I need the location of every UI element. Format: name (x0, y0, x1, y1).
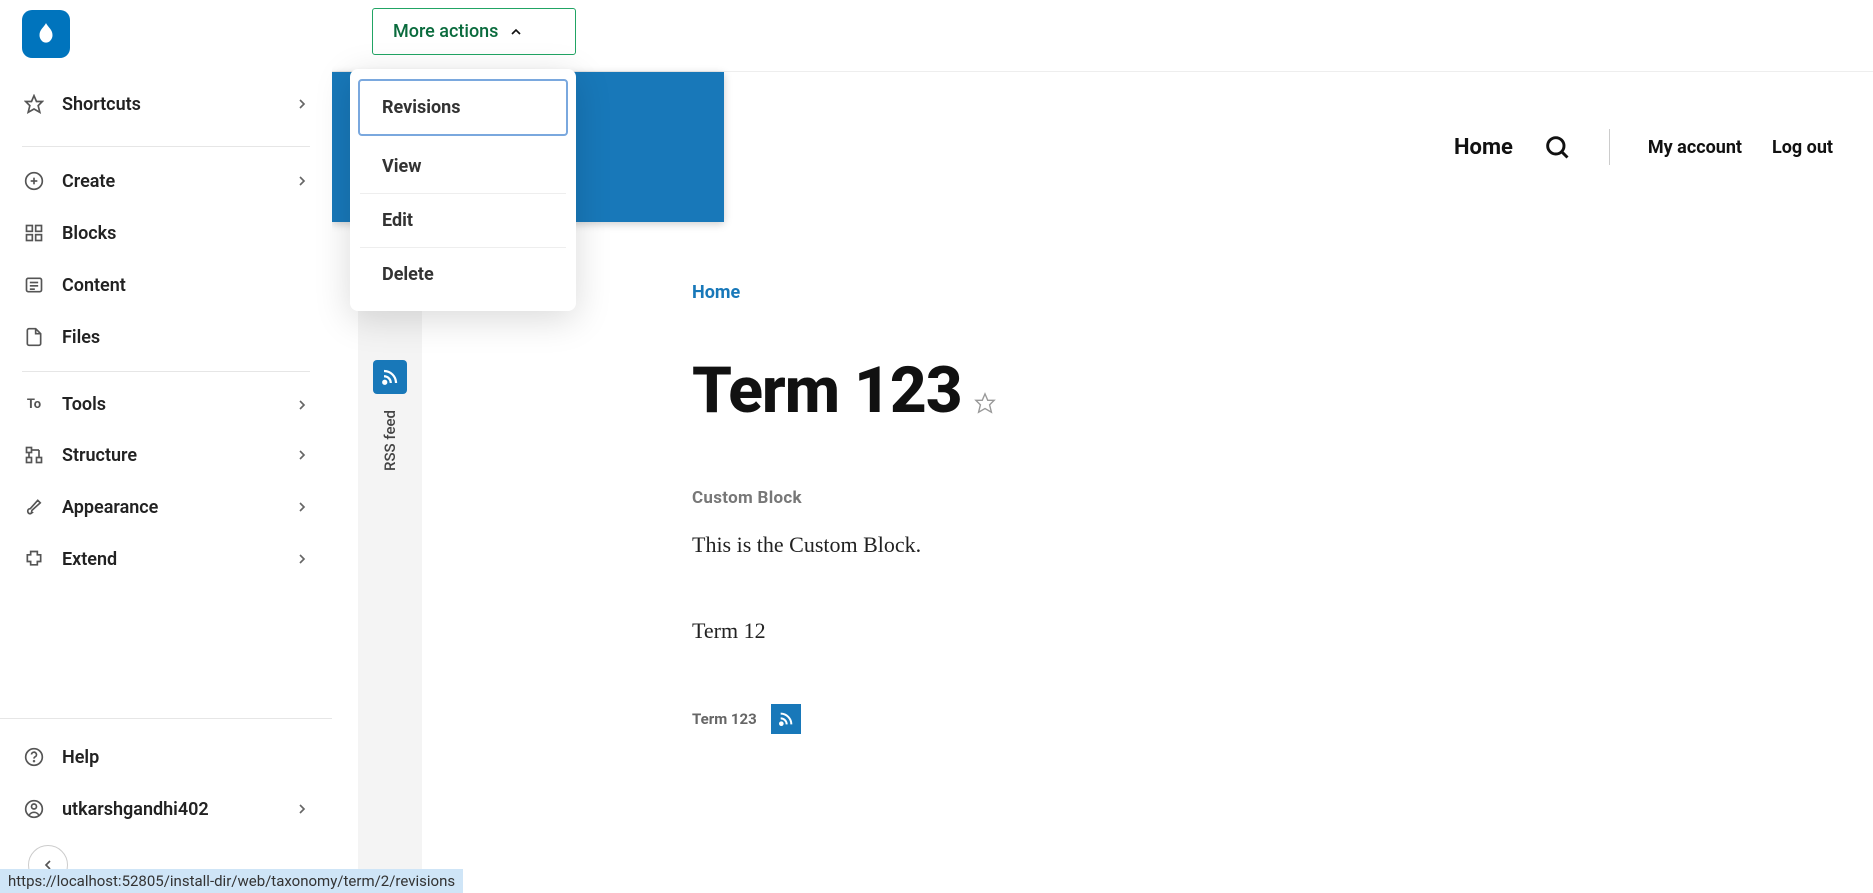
custom-block-heading: Custom Block (692, 488, 1833, 508)
chevron-right-icon (294, 397, 310, 413)
brush-icon (22, 495, 46, 519)
nav-link-home[interactable]: Home (1454, 135, 1513, 160)
sidebar-item-structure[interactable]: Structure (0, 429, 332, 481)
star-icon (22, 92, 46, 116)
sidebar-label: utkarshgandhi402 (62, 799, 294, 820)
sidebar-label: Blocks (62, 223, 310, 244)
rss-icon[interactable] (771, 704, 801, 734)
breadcrumb-home[interactable]: Home (692, 282, 1833, 303)
divider (22, 146, 310, 147)
nav-link-my-account[interactable]: My account (1648, 137, 1742, 158)
chevron-right-icon (294, 499, 310, 515)
rss-rail: RSS feed (358, 290, 422, 890)
sidebar-label: Structure (62, 445, 294, 466)
sidebar-item-tools[interactable]: To Tools (0, 380, 332, 429)
sidebar-label: Create (62, 171, 294, 192)
sidebar-label: Shortcuts (62, 94, 294, 115)
help-icon (22, 745, 46, 769)
sidebar-item-content[interactable]: Content (0, 259, 332, 311)
chevron-up-icon (508, 24, 524, 40)
sidebar-footer: Help utkarshgandhi402 (0, 718, 332, 893)
grid-icon (22, 221, 46, 245)
drupal-logo[interactable] (22, 10, 70, 58)
sidebar-item-extend[interactable]: Extend (0, 533, 332, 585)
chevron-right-icon (294, 447, 310, 463)
page-title: Term 123 (692, 353, 962, 428)
hierarchy-icon (22, 443, 46, 467)
dropdown-item-view[interactable]: View (360, 140, 566, 194)
sidebar-label: Appearance (62, 497, 294, 518)
sidebar-label: Files (62, 327, 310, 348)
files-icon (22, 325, 46, 349)
list-icon (22, 273, 46, 297)
sidebar-item-appearance[interactable]: Appearance (0, 481, 332, 533)
more-actions-dropdown: More actions Revisions View Edit Delete (372, 8, 576, 311)
chevron-right-icon (294, 551, 310, 567)
dropdown-menu: Revisions View Edit Delete (350, 69, 576, 311)
admin-sidebar: Shortcuts Create (0, 0, 332, 893)
nav-link-log-out[interactable]: Log out (1772, 137, 1833, 158)
custom-block-body: This is the Custom Block. (692, 532, 1833, 558)
puzzle-icon (22, 547, 46, 571)
divider (22, 371, 310, 372)
term-footer-label: Term 123 (692, 710, 757, 728)
divider (1609, 129, 1610, 165)
chevron-right-icon (294, 96, 310, 112)
sidebar-item-help[interactable]: Help (0, 731, 332, 783)
search-icon[interactable] (1543, 133, 1571, 161)
chevron-right-icon (294, 173, 310, 189)
dropdown-item-revisions[interactable]: Revisions (358, 79, 568, 136)
status-bar-url: https://localhost:52805/install-dir/web/… (0, 869, 463, 893)
term-text: Term 12 (692, 618, 1833, 644)
more-actions-label: More actions (393, 21, 498, 42)
rss-rail-label: RSS feed (381, 410, 399, 471)
chevron-right-icon (294, 801, 310, 817)
sidebar-label: Extend (62, 549, 294, 570)
sidebar-item-user[interactable]: utkarshgandhi402 (0, 783, 332, 835)
tools-abbrev: To (22, 397, 46, 412)
sidebar-item-create[interactable]: Create (0, 155, 332, 207)
sidebar-item-files[interactable]: Files (0, 311, 332, 363)
sidebar-item-shortcuts[interactable]: Shortcuts (0, 78, 332, 130)
plus-circle-icon (22, 169, 46, 193)
sidebar-label: Content (62, 275, 310, 296)
rss-icon[interactable] (373, 360, 407, 394)
user-icon (22, 797, 46, 821)
sidebar-label: Tools (62, 394, 294, 415)
dropdown-item-delete[interactable]: Delete (360, 248, 566, 301)
more-actions-button[interactable]: More actions (372, 8, 576, 55)
dropdown-item-edit[interactable]: Edit (360, 194, 566, 248)
star-outline-icon[interactable] (974, 392, 996, 414)
sidebar-label: Help (62, 747, 310, 768)
sidebar-item-blocks[interactable]: Blocks (0, 207, 332, 259)
